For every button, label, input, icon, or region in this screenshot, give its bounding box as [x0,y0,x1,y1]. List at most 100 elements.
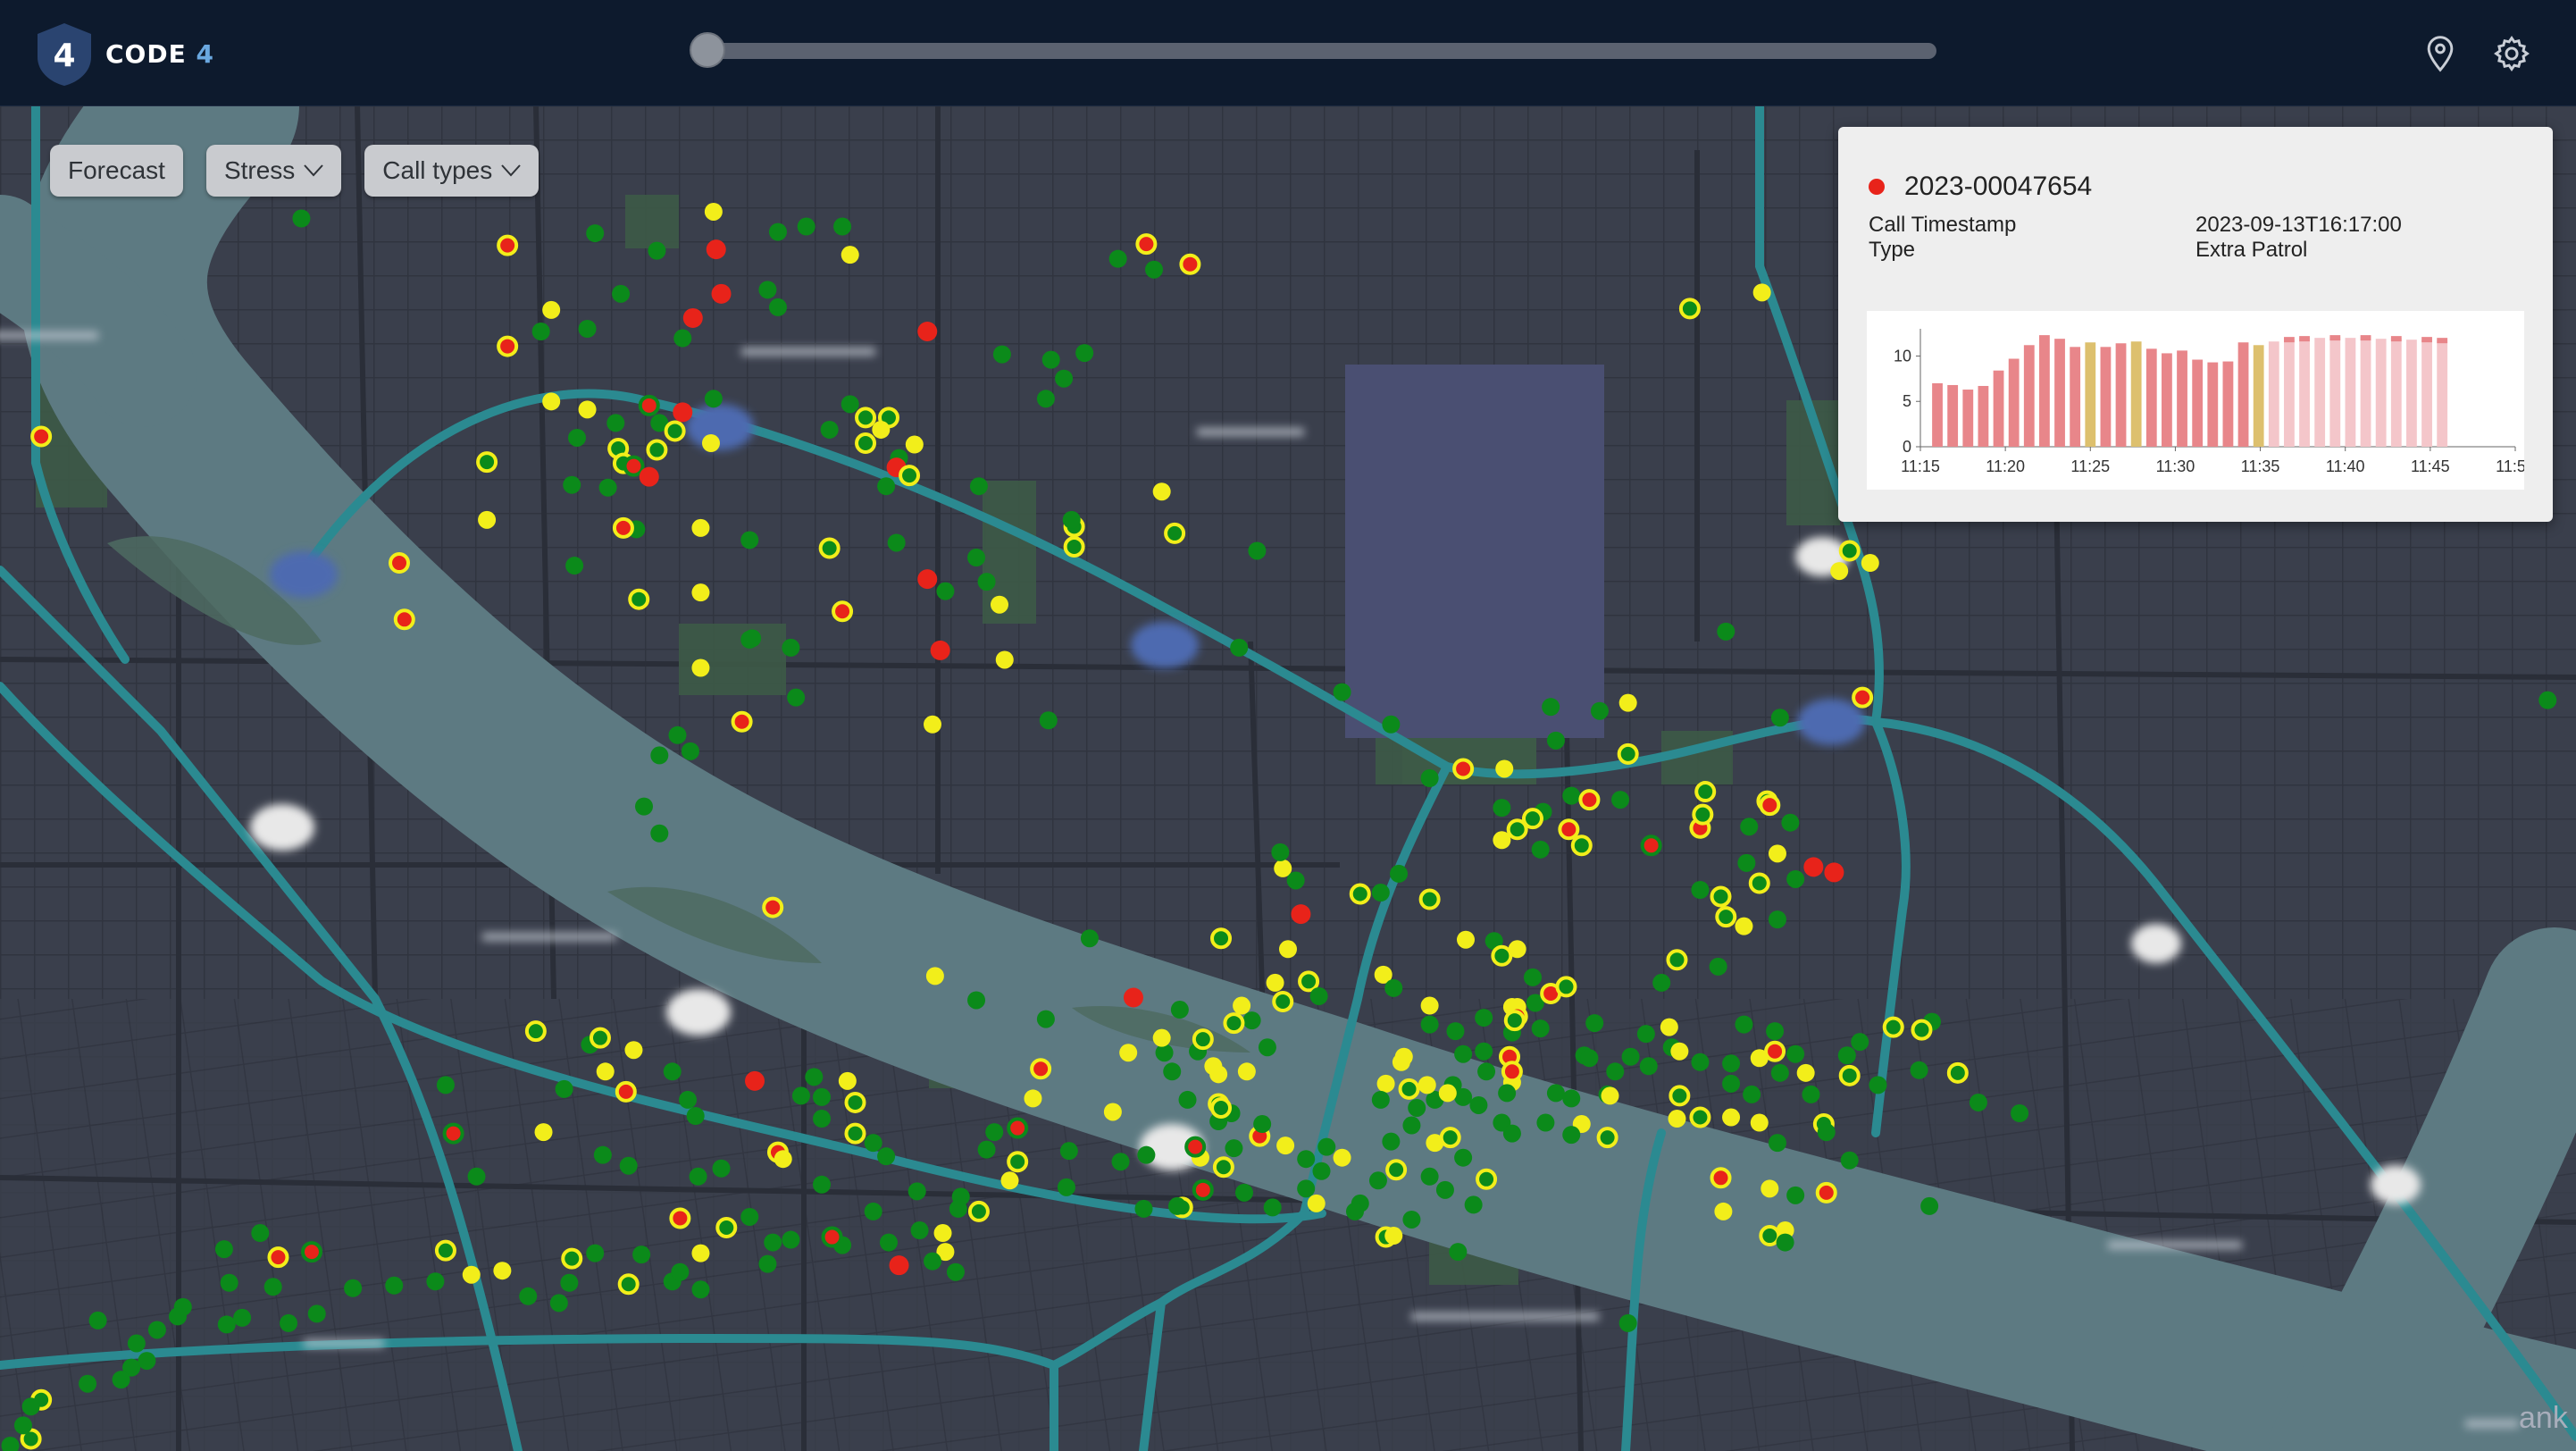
incident-marker[interactable] [1735,917,1753,935]
incident-marker[interactable] [995,650,1014,669]
incident-marker[interactable] [1717,622,1735,641]
incident-marker[interactable] [1446,1022,1465,1041]
incident-marker[interactable] [668,726,687,744]
incident-marker[interactable] [2011,1103,2029,1122]
incident-marker[interactable] [1286,871,1305,890]
incident-marker[interactable] [1536,1113,1555,1132]
incident-marker[interactable] [704,202,723,221]
incident-marker[interactable] [774,1150,792,1169]
incident-marker[interactable] [762,896,784,918]
incident-marker[interactable] [864,1202,882,1220]
incident-marker[interactable] [1477,1062,1496,1081]
incident-marker[interactable] [1420,996,1439,1015]
incident-marker[interactable] [1689,1106,1711,1128]
incident-marker[interactable] [1276,1136,1295,1155]
incident-marker[interactable] [30,425,53,448]
incident-marker[interactable] [586,224,605,243]
incident-marker[interactable] [280,1313,298,1332]
incident-marker[interactable] [872,420,891,439]
incident-marker[interactable] [1802,1085,1820,1103]
incident-marker[interactable] [682,307,703,328]
incident-marker[interactable] [1475,1009,1493,1027]
incident-marker[interactable] [1869,1076,1887,1095]
incident-marker[interactable] [467,1167,486,1186]
incident-marker[interactable] [745,1070,765,1091]
incident-marker[interactable] [818,537,841,559]
incident-marker[interactable] [628,588,650,610]
incident-marker[interactable] [1390,864,1409,883]
incident-marker[interactable] [1271,843,1290,861]
incident-marker[interactable] [1759,1225,1781,1247]
incident-marker[interactable] [426,1272,445,1291]
incident-marker[interactable] [1371,884,1390,902]
incident-marker[interactable] [1435,1180,1454,1199]
incident-marker[interactable] [1402,1116,1421,1135]
incident-marker[interactable] [820,420,839,439]
timeline-slider-track[interactable] [706,43,1936,59]
incident-marker[interactable] [907,1182,926,1201]
incident-marker[interactable] [646,439,668,461]
incident-marker[interactable] [889,1255,909,1276]
incident-marker[interactable] [1178,1090,1197,1109]
incident-marker[interactable] [1601,1086,1619,1105]
forecast-button[interactable]: Forecast [50,145,183,197]
incident-marker[interactable] [251,1224,270,1243]
incident-marker[interactable] [686,1107,705,1126]
incident-marker[interactable] [1766,1022,1785,1041]
incident-marker[interactable] [462,1265,481,1284]
incident-marker[interactable] [493,1262,512,1280]
incident-marker[interactable] [632,1246,651,1264]
incident-marker[interactable] [1298,970,1320,993]
incident-marker[interactable] [1039,711,1058,730]
incident-marker[interactable] [1776,1233,1794,1252]
incident-marker[interactable] [1210,1096,1233,1119]
incident-marker[interactable] [681,742,699,760]
incident-marker[interactable] [639,466,659,487]
incident-marker[interactable] [899,465,921,487]
incident-marker[interactable] [1580,1049,1599,1068]
incident-marker[interactable] [805,1068,824,1086]
incident-marker[interactable] [1691,880,1710,899]
incident-marker[interactable] [1345,1202,1364,1220]
incident-marker[interactable] [1454,1044,1473,1063]
incident-marker[interactable] [638,394,660,416]
incident-marker[interactable] [1184,1136,1207,1158]
incident-marker[interactable] [1722,1054,1741,1073]
incident-marker[interactable] [578,319,597,338]
incident-marker[interactable] [267,1246,289,1269]
incident-marker[interactable] [1253,1115,1272,1134]
incident-marker[interactable] [1055,369,1074,388]
incident-marker[interactable] [1059,1142,1078,1161]
incident-marker[interactable] [1570,835,1593,857]
incident-marker[interactable] [635,797,653,816]
incident-marker[interactable] [663,1062,682,1081]
incident-marker[interactable] [841,395,859,414]
incident-marker[interactable] [1279,940,1297,959]
incident-marker[interactable] [1452,758,1475,780]
incident-marker[interactable] [1349,883,1371,905]
incident-marker[interactable] [812,1110,831,1128]
incident-marker[interactable] [691,1244,710,1262]
timeline-slider-thumb[interactable] [690,32,725,68]
incident-marker[interactable] [612,516,634,539]
incident-marker[interactable] [1562,1089,1581,1108]
incident-marker[interactable] [1041,350,1060,369]
incident-marker[interactable] [1024,1089,1042,1108]
incident-marker[interactable] [731,710,753,733]
incident-marker[interactable] [1333,683,1351,701]
incident-marker[interactable] [1475,1042,1493,1061]
incident-marker[interactable] [844,1122,866,1145]
incident-marker[interactable] [1750,1049,1769,1068]
incident-marker[interactable] [1368,1171,1387,1190]
incident-marker[interactable] [946,1262,965,1281]
incident-marker[interactable] [1119,1044,1138,1062]
incident-marker[interactable] [664,420,686,442]
incident-marker[interactable] [704,390,723,408]
incident-marker[interactable] [1263,1198,1282,1217]
incident-marker[interactable] [1692,803,1714,826]
incident-marker[interactable] [1852,686,1874,709]
incident-marker[interactable] [1398,1078,1420,1100]
incident-marker[interactable] [619,1156,638,1175]
incident-marker[interactable] [220,1273,238,1292]
incident-marker[interactable] [214,1240,233,1259]
